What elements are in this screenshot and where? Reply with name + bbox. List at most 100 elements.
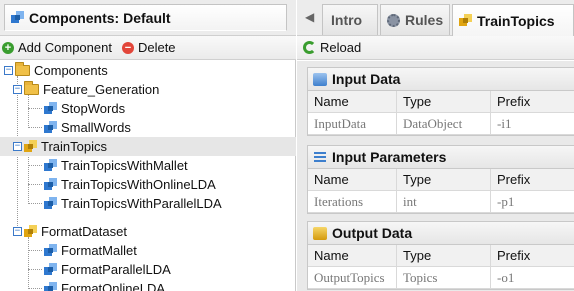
delete-label: Delete <box>137 40 176 55</box>
tab-traintopics[interactable]: TrainTopics <box>452 4 574 36</box>
tree-item-smallwords[interactable]: SmallWords <box>0 118 296 137</box>
output-data-icon <box>313 226 327 240</box>
tree-item-label: FormatDataset <box>41 224 127 239</box>
column-header-prefix[interactable]: Prefix <box>490 168 574 191</box>
table-row[interactable]: Iterations int -p1 <box>308 190 574 213</box>
collapse-icon[interactable]: − <box>4 66 13 75</box>
editor-panel: ◀ Intro Rules TrainTopics Reload Input D… <box>297 0 574 291</box>
output-data-section: Output Data Name Type Prefix OutputTopic… <box>307 221 574 290</box>
collapse-icon[interactable]: − <box>13 142 22 151</box>
tree-item-traintopicswithonlinelda[interactable]: TrainTopicsWithOnlineLDA <box>0 175 296 194</box>
column-header-name[interactable]: Name <box>308 169 396 191</box>
editor-toolbar: Reload <box>297 36 574 60</box>
add-icon: + <box>2 41 14 54</box>
component-gold-icon <box>459 14 472 27</box>
cell-prefix: -p1 <box>490 190 574 213</box>
components-tab[interactable]: Components: Default <box>4 4 287 31</box>
cell-type: Topics <box>396 266 490 289</box>
editor-tab-bar: ◀ Intro Rules TrainTopics <box>297 0 574 36</box>
component-icon <box>44 282 57 291</box>
component-icon <box>44 178 57 191</box>
tree-item-label: Feature_Generation <box>43 82 160 97</box>
reload-label: Reload <box>320 40 362 55</box>
column-header-prefix[interactable]: Prefix <box>490 244 574 267</box>
tree-item-label: TrainTopics <box>41 139 107 154</box>
table-row[interactable]: InputData DataObject -i1 <box>308 112 574 135</box>
cell-prefix: -o1 <box>490 266 574 289</box>
reload-icon <box>303 41 316 54</box>
component-icon <box>44 102 57 115</box>
add-component-label: Add Component <box>18 40 112 55</box>
column-header-type[interactable]: Type <box>396 90 490 113</box>
component-icon <box>11 11 24 24</box>
cell-name: Iterations <box>314 193 364 209</box>
tree-item-label: TrainTopicsWithMallet <box>61 158 188 173</box>
folder-icon <box>15 62 30 76</box>
components-title: Components: Default <box>29 9 171 26</box>
tab-label: Intro <box>331 12 363 28</box>
input-parameters-section: Input Parameters Name Type Prefix Iterat… <box>307 145 574 214</box>
component-icon <box>44 121 57 134</box>
tab-label: TrainTopics <box>477 12 555 29</box>
cell-type: int <box>396 190 490 213</box>
tree-item-traintopicswithparallellda[interactable]: TrainTopicsWithParallelLDA <box>0 194 296 213</box>
collapse-icon[interactable]: − <box>13 227 22 236</box>
components-panel-header: Components: Default <box>0 0 296 36</box>
column-header-row: Name Type Prefix <box>308 90 574 113</box>
gear-icon <box>387 13 400 27</box>
cell-prefix: -i1 <box>490 112 574 135</box>
cell-name: InputData <box>314 115 366 131</box>
section-title: Output Data <box>332 225 413 241</box>
component-icon <box>44 263 57 276</box>
tree-item-stopwords[interactable]: StopWords <box>0 99 296 118</box>
tree-item-formatdataset[interactable]: − FormatDataset <box>0 222 296 241</box>
tree-item-label: SmallWords <box>61 120 131 135</box>
tab-label: Rules <box>405 12 444 28</box>
column-header-name[interactable]: Name <box>308 245 396 267</box>
tree-item-formatparallellda[interactable]: FormatParallelLDA <box>0 260 296 279</box>
cell-type: DataObject <box>396 112 490 135</box>
tree-item-label: StopWords <box>61 101 126 116</box>
components-toolbar: + Add Component − Delete <box>0 36 296 60</box>
tab-scroll-left-icon[interactable]: ◀ <box>305 10 314 24</box>
tree-item-formatmallet[interactable]: FormatMallet <box>0 241 296 260</box>
tree-item-components[interactable]: − Components <box>0 61 296 80</box>
component-icon <box>44 244 57 257</box>
column-header-row: Name Type Prefix <box>308 244 574 267</box>
cell-name: OutputTopics <box>314 269 385 285</box>
tab-intro[interactable]: Intro <box>322 4 378 35</box>
tree-item-label: FormatParallelLDA <box>61 262 171 277</box>
column-header-prefix[interactable]: Prefix <box>490 90 574 113</box>
column-header-type[interactable]: Type <box>396 168 490 191</box>
tab-rules[interactable]: Rules <box>380 4 450 35</box>
component-icon <box>44 197 57 210</box>
folder-icon <box>24 81 39 95</box>
section-header[interactable]: Input Parameters <box>308 146 574 169</box>
tree-item-label: FormatOnlineLDA <box>61 281 166 291</box>
section-header[interactable]: Output Data <box>308 222 574 245</box>
tree-item-formatonlinelda[interactable]: FormatOnlineLDA <box>0 279 296 291</box>
component-properties: Input Data Name Type Prefix InputData Da… <box>297 61 574 291</box>
section-title: Input Data <box>332 71 401 87</box>
tree-item-label: Components <box>34 63 108 78</box>
input-data-section: Input Data Name Type Prefix InputData Da… <box>307 67 574 136</box>
component-tree: − Components − Feature_Generation StopWo… <box>0 61 296 291</box>
component-gold-icon <box>24 140 37 153</box>
table-row[interactable]: OutputTopics Topics -o1 <box>308 266 574 289</box>
add-component-button[interactable]: + Add Component <box>2 40 112 55</box>
delete-button[interactable]: − Delete <box>121 40 176 55</box>
tree-item-traintopicswithmallet[interactable]: TrainTopicsWithMallet <box>0 156 296 175</box>
input-data-icon <box>313 72 327 86</box>
parameters-icon <box>313 151 327 164</box>
column-header-type[interactable]: Type <box>396 244 490 267</box>
column-header-name[interactable]: Name <box>308 91 396 113</box>
tree-item-feature-generation[interactable]: − Feature_Generation <box>0 80 296 99</box>
collapse-icon[interactable]: − <box>13 85 22 94</box>
section-header[interactable]: Input Data <box>308 68 574 91</box>
tree-item-label: TrainTopicsWithOnlineLDA <box>61 177 216 192</box>
tree-item-traintopics[interactable]: − TrainTopics <box>0 137 296 156</box>
component-gold-icon <box>24 225 37 238</box>
delete-icon: − <box>121 41 134 54</box>
component-icon <box>44 159 57 172</box>
reload-button[interactable]: Reload <box>303 40 361 55</box>
